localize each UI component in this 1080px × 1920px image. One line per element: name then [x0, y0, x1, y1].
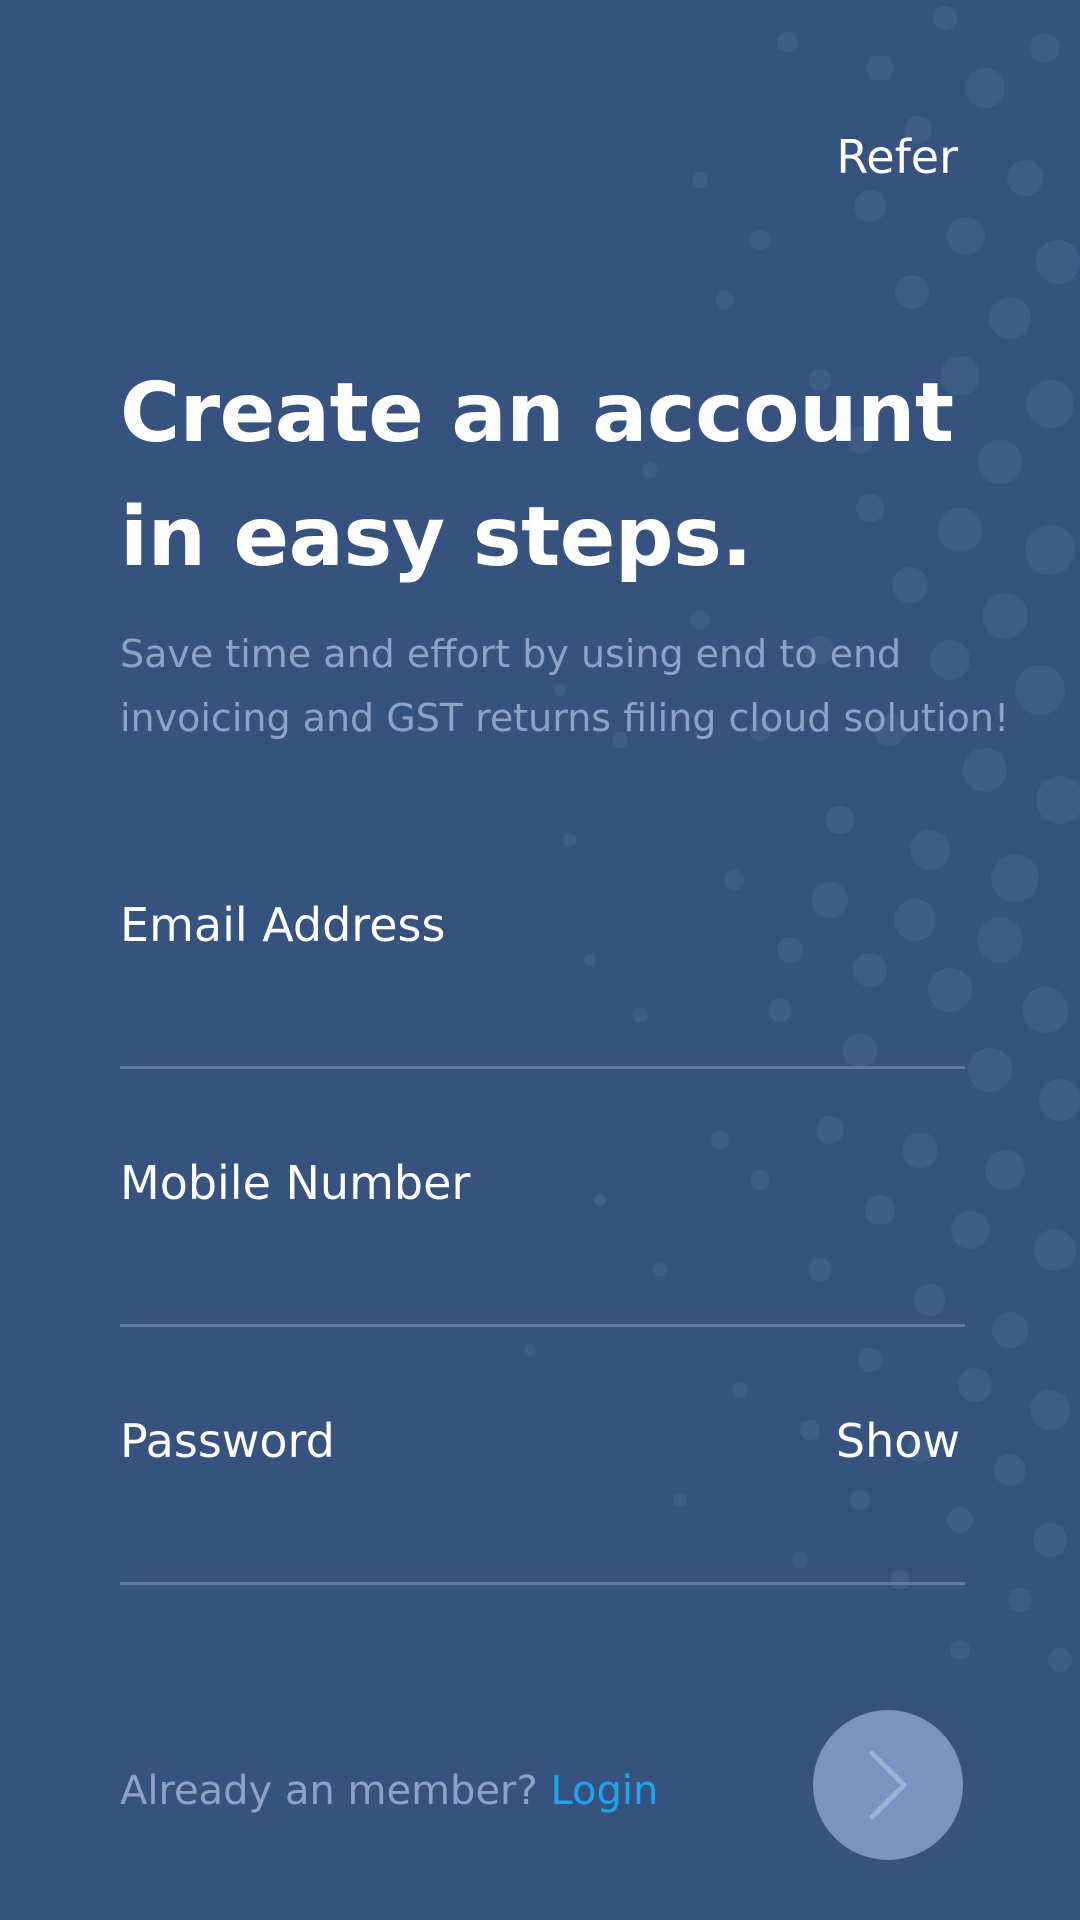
email-field-label: Email Address	[120, 898, 446, 952]
password-input[interactable]	[120, 1514, 965, 1574]
page-subtitle-line-2: invoicing and GST returns filing cloud s…	[120, 696, 1010, 740]
mobile-number-field-label: Mobile Number	[120, 1156, 471, 1210]
refer-link[interactable]: Refer	[836, 130, 958, 184]
show-password-toggle[interactable]: Show	[836, 1414, 960, 1468]
email-field: Email Address	[120, 898, 965, 1069]
page-title: Create an account in easy steps.	[120, 352, 1020, 600]
mobile-number-input[interactable]	[120, 1256, 965, 1316]
login-prompt: Already an member? Login	[120, 1768, 658, 1814]
chevron-right-icon	[869, 1750, 907, 1820]
page-title-line-1: Create an account	[120, 366, 954, 461]
already-member-text: Already an member?	[120, 1768, 538, 1814]
page-subtitle: Save time and effort by using end to end…	[120, 622, 1040, 750]
next-button[interactable]	[813, 1710, 963, 1860]
password-field: Password Show	[120, 1414, 965, 1585]
password-field-label: Password	[120, 1414, 335, 1468]
page-subtitle-line-1: Save time and effort by using end to end	[120, 632, 902, 676]
page-title-line-2: in easy steps.	[120, 490, 753, 585]
email-input[interactable]	[120, 998, 965, 1058]
login-link[interactable]: Login	[550, 1768, 658, 1814]
mobile-number-field: Mobile Number	[120, 1156, 965, 1327]
